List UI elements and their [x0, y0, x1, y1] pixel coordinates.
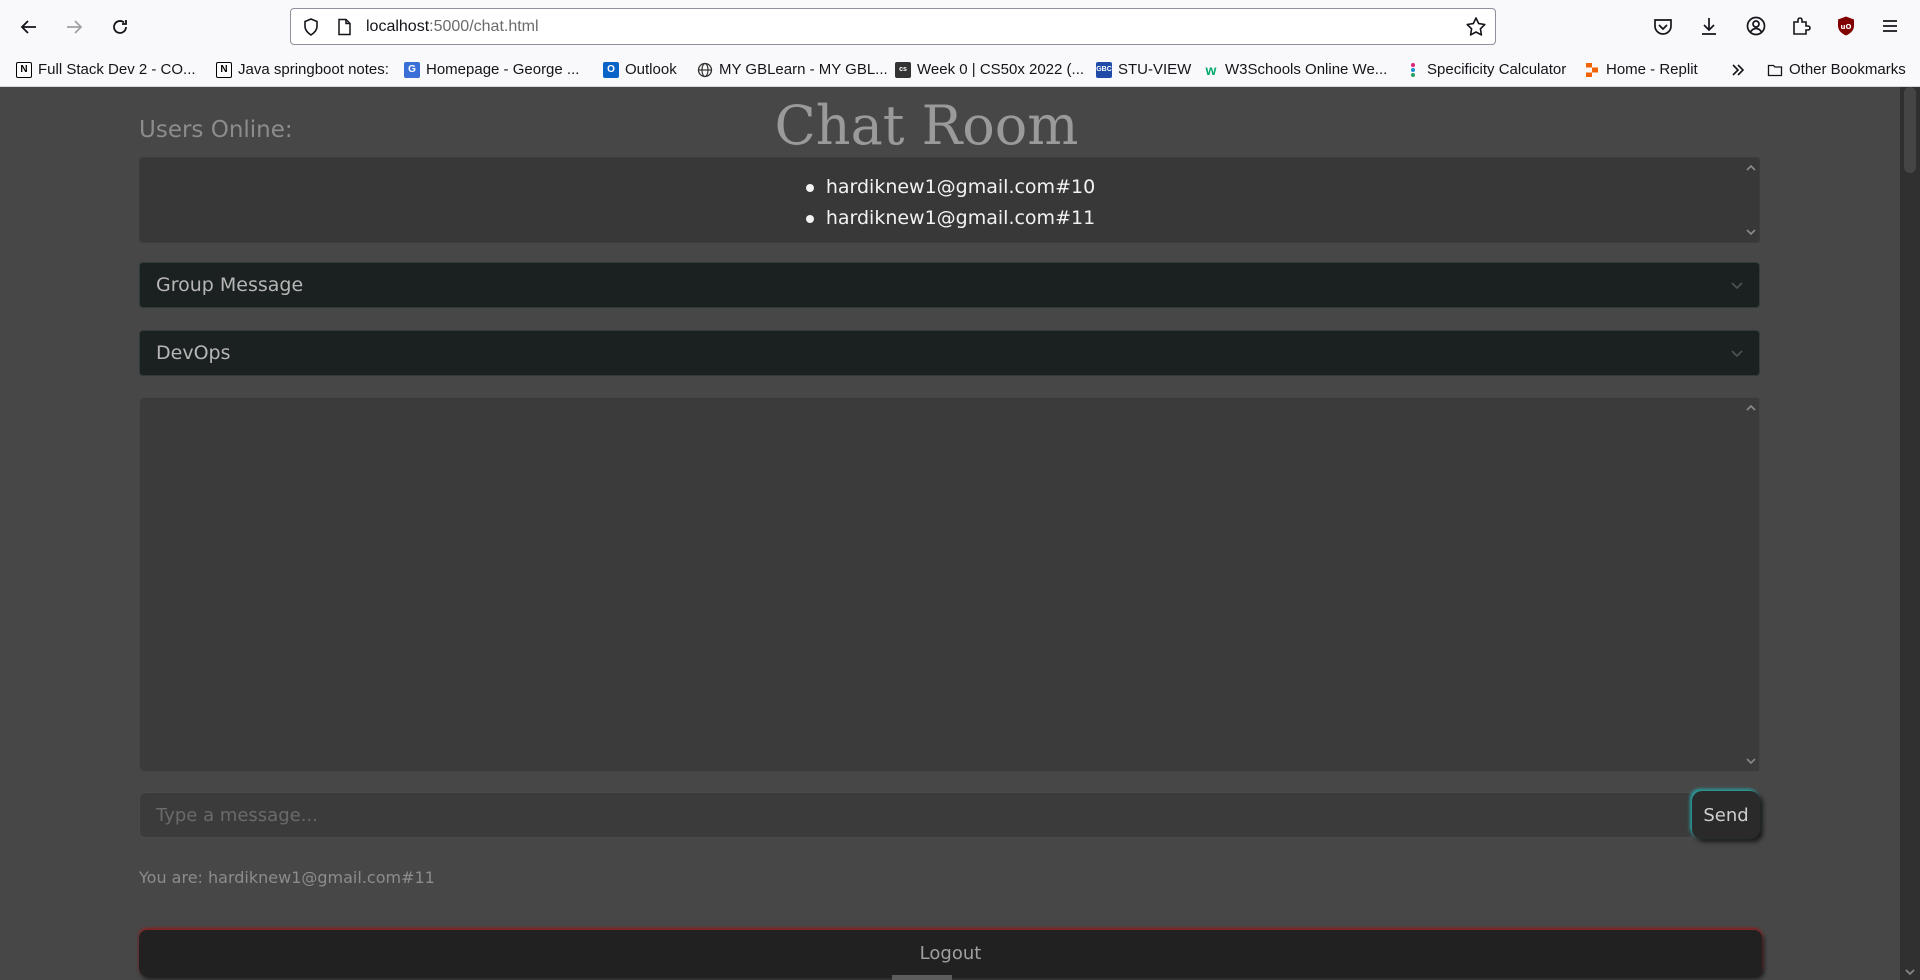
url-text[interactable]: localhost:5000/chat.html: [366, 9, 539, 44]
bookmark-item[interactable]: GBC STU-VIEW: [1096, 53, 1191, 86]
message-type-select[interactable]: Group Message: [139, 262, 1760, 308]
pocket-button[interactable]: [1651, 14, 1675, 38]
logout-button[interactable]: Logout: [139, 930, 1762, 976]
svg-text:uO: uO: [1841, 23, 1852, 31]
w3schools-icon: w: [1205, 61, 1217, 78]
back-button[interactable]: [13, 11, 45, 43]
chevron-down-icon: [1731, 350, 1743, 358]
current-user-text: You are: hardiknew1@gmail.com#11: [139, 868, 435, 887]
page-info-icon[interactable]: [335, 18, 353, 36]
bookmark-item[interactable]: w W3Schools Online We...: [1203, 53, 1388, 86]
puzzle-icon: [1793, 17, 1811, 35]
forward-arrow-icon: [67, 20, 83, 34]
user-item: hardiknew1@gmail.com#11: [140, 203, 1761, 234]
shield-icon[interactable]: [301, 17, 321, 37]
extensions-button[interactable]: [1789, 14, 1813, 38]
room-select[interactable]: DevOps: [139, 330, 1760, 376]
outlook-icon: O: [603, 61, 619, 78]
bookmark-item[interactable]: G Homepage - George ...: [404, 53, 579, 86]
users-list: hardiknew1@gmail.com#10 hardiknew1@gmail…: [140, 172, 1761, 234]
chat-page: Users Online: Chat Room hardiknew1@gmail…: [0, 87, 1900, 980]
page-scroll-thumb[interactable]: [1904, 87, 1916, 173]
user-item: hardiknew1@gmail.com#10: [140, 172, 1761, 203]
other-bookmarks-folder[interactable]: Other Bookmarks: [1767, 53, 1906, 86]
account-icon: [1746, 16, 1766, 36]
message-type-value: Group Message: [156, 274, 304, 296]
downloads-button[interactable]: [1697, 14, 1721, 38]
bullet-icon: [805, 214, 814, 223]
notion-icon: N: [16, 61, 32, 78]
user-name: hardiknew1@gmail.com#10: [825, 176, 1096, 198]
bookmark-item[interactable]: N Java springboot notes:: [216, 53, 389, 86]
back-arrow-icon: [20, 20, 36, 34]
bookmark-label: W3Schools Online We...: [1225, 61, 1388, 78]
homepage-icon: G: [404, 61, 420, 78]
messages-area[interactable]: [139, 397, 1760, 772]
hamburger-menu-icon: [1883, 20, 1897, 32]
folder-icon: [1767, 62, 1783, 78]
scroll-up-icon[interactable]: [1743, 160, 1759, 176]
bookmark-item[interactable]: Home - Replit: [1584, 53, 1698, 86]
users-online-list[interactable]: hardiknew1@gmail.com#10 hardiknew1@gmail…: [139, 157, 1760, 243]
menu-button[interactable]: [1878, 14, 1902, 38]
bookmark-label: STU-VIEW: [1118, 61, 1192, 78]
scroll-down-icon[interactable]: [1904, 966, 1916, 978]
scroll-down-icon[interactable]: [1743, 224, 1759, 240]
browser-toolbar: localhost:5000/chat.html uO: [0, 0, 1920, 53]
notion-icon: N: [216, 61, 232, 78]
reload-icon: [113, 20, 127, 34]
replit-icon: [1584, 62, 1600, 78]
users-list-scrollbar[interactable]: [1743, 158, 1759, 242]
scroll-up-icon[interactable]: [1743, 400, 1759, 416]
page-title: Chat Room: [774, 94, 1079, 157]
bookmark-label: Specificity Calculator: [1427, 61, 1567, 78]
account-button[interactable]: [1744, 14, 1768, 38]
bookmark-label: Home - Replit: [1606, 61, 1698, 78]
bookmark-label: Full Stack Dev 2 - CO...: [38, 61, 196, 78]
reload-button[interactable]: [104, 11, 136, 43]
room-value: DevOps: [156, 342, 231, 364]
send-button[interactable]: Send: [1692, 791, 1760, 839]
bookmark-item[interactable]: cs Week 0 | CS50x 2022 (...: [895, 53, 1084, 86]
url-path: :5000/chat.html: [429, 18, 539, 35]
bookmark-label: Outlook: [625, 61, 677, 78]
bookmark-item[interactable]: MY GBLearn - MY GBL...: [697, 53, 888, 86]
chevron-down-icon: [1731, 282, 1743, 290]
pocket-icon: [1654, 19, 1672, 35]
bookmark-label: Homepage - George ...: [426, 61, 580, 78]
gbc-icon: GBC: [1096, 61, 1112, 78]
page-scrollbar[interactable]: [1900, 87, 1920, 980]
bookmark-item[interactable]: O Outlook: [603, 53, 677, 86]
bookmark-label: MY GBLearn - MY GBL...: [719, 61, 888, 78]
ublock-button[interactable]: uO: [1834, 14, 1858, 38]
message-input[interactable]: [139, 792, 1694, 838]
ublock-origin-icon: uO: [1838, 16, 1854, 36]
user-name: hardiknew1@gmail.com#11: [825, 207, 1096, 229]
globe-icon: [697, 62, 713, 78]
double-chevron-right-icon: [1732, 63, 1745, 76]
messages-scrollbar[interactable]: [1743, 398, 1759, 771]
bullet-icon: [805, 183, 814, 192]
other-bookmarks-label: Other Bookmarks: [1789, 61, 1906, 78]
forward-button[interactable]: [58, 11, 90, 43]
horizontal-scroll-thumb[interactable]: [892, 975, 952, 980]
bookmark-label: Week 0 | CS50x 2022 (...: [917, 61, 1085, 78]
address-bar[interactable]: localhost:5000/chat.html: [290, 8, 1496, 45]
bookmarks-toolbar: N Full Stack Dev 2 - CO... N Java springbo…: [0, 53, 1920, 87]
bookmark-item[interactable]: Specificity Calculator: [1405, 53, 1566, 86]
cs50-icon: cs: [895, 61, 911, 78]
url-host: localhost: [366, 18, 430, 35]
bookmark-star-icon[interactable]: [1465, 16, 1487, 38]
more-bookmarks-button[interactable]: [1730, 53, 1746, 86]
specificity-icon: [1405, 62, 1421, 78]
bookmark-label: Java springboot notes:: [238, 61, 389, 78]
scroll-down-icon[interactable]: [1743, 753, 1759, 769]
bookmark-item[interactable]: N Full Stack Dev 2 - CO...: [16, 53, 196, 86]
download-icon: [1702, 18, 1716, 35]
